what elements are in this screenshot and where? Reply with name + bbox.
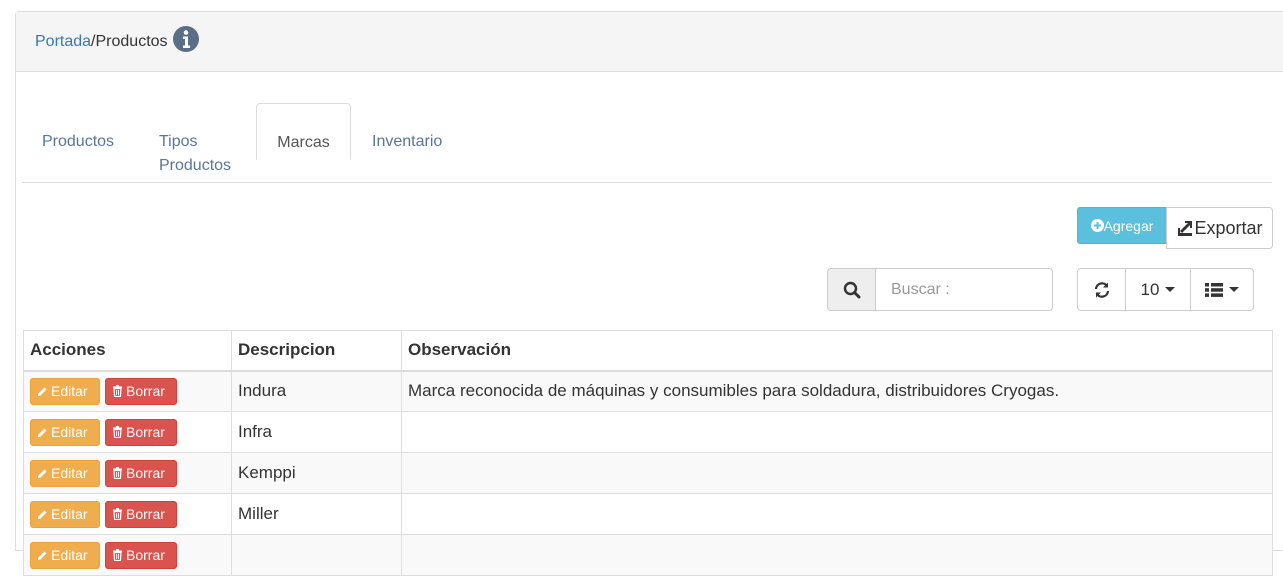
table-controls: 10 — [1077, 268, 1254, 311]
refresh-button[interactable] — [1077, 268, 1126, 311]
table-row: Editar Borrar Miller — [23, 493, 1273, 535]
row-actions: Editar Borrar — [23, 411, 232, 453]
cell-descripcion: Infra — [231, 411, 402, 453]
export-button[interactable]: Exportar — [1166, 207, 1273, 249]
plus-circle-icon — [1090, 219, 1104, 232]
search-input[interactable] — [876, 268, 1053, 311]
cell-descripcion: Indura — [231, 370, 402, 412]
tab-inventario[interactable]: Inventario — [372, 130, 442, 154]
marcas-table: Acciones Descripcion Observación Editar B… — [23, 330, 1273, 576]
pencil-icon — [38, 551, 47, 560]
cell-descripcion: Miller — [231, 493, 402, 535]
row-actions: Editar Borrar — [23, 534, 232, 576]
columns-dropdown[interactable] — [1190, 268, 1254, 311]
delete-button-label: Borrar — [126, 383, 165, 400]
tab-tipos-productos[interactable]: Tipos Productos — [159, 130, 249, 178]
edit-button[interactable]: Editar — [30, 541, 100, 569]
cell-observacion: Marca reconocida de máquinas y consumibl… — [401, 370, 1273, 412]
table-row: Editar Borrar — [23, 534, 1273, 576]
row-actions: Editar Borrar — [23, 493, 232, 535]
main-panel: Portada / Productos Productos Tipos Prod… — [15, 11, 1283, 576]
tab-productos[interactable]: Productos — [42, 130, 114, 154]
edit-button-label: Editar — [51, 424, 88, 440]
export-button-label: Exportar — [1194, 217, 1263, 238]
add-button-label: Agregar — [1103, 217, 1154, 234]
table-row: Editar Borrar Infra — [23, 411, 1273, 453]
row-actions: Editar Borrar — [23, 452, 232, 494]
table-row: Editar Borrar Kemppi — [23, 452, 1273, 494]
pencil-icon — [38, 387, 47, 396]
breadcrumb-home-link[interactable]: Portada — [35, 33, 91, 51]
edit-button[interactable]: Editar — [30, 459, 100, 487]
cell-descripcion — [231, 534, 402, 576]
table-row: Editar Borrar Indura Marca reconocida de má… — [23, 370, 1273, 412]
tab-bar: Productos Tipos Productos Marcas Inventa… — [22, 103, 1272, 183]
edit-button-label: Editar — [51, 506, 88, 522]
delete-button[interactable]: Borrar — [105, 459, 177, 487]
info-icon[interactable] — [172, 25, 200, 53]
breadcrumb: Portada / Productos — [16, 12, 1283, 72]
delete-button[interactable]: Borrar — [105, 377, 177, 405]
pencil-icon — [38, 428, 47, 437]
column-header-descripcion[interactable]: Descripcion — [231, 330, 402, 372]
list-icon — [1205, 282, 1223, 297]
column-header-observacion[interactable]: Observación — [401, 330, 1273, 372]
delete-button-label: Borrar — [126, 547, 165, 563]
cell-observacion — [401, 411, 1273, 453]
edit-button[interactable]: Editar — [30, 418, 100, 446]
trash-icon — [113, 426, 122, 438]
delete-button[interactable]: Borrar — [105, 500, 177, 528]
refresh-icon — [1094, 281, 1109, 298]
edit-button[interactable]: Editar — [30, 377, 100, 405]
tab-marcas[interactable]: Marcas — [256, 103, 351, 160]
cell-descripcion: Kemppi — [231, 452, 402, 494]
search-group — [827, 268, 1053, 311]
delete-button[interactable]: Borrar — [105, 418, 177, 446]
delete-button-label: Borrar — [126, 506, 165, 522]
breadcrumb-current: Productos — [95, 32, 168, 50]
edit-button-label: Editar — [51, 547, 88, 563]
delete-button-label: Borrar — [126, 465, 165, 481]
page-size-value: 10 — [1140, 279, 1160, 299]
edit-button-label: Editar — [51, 383, 88, 400]
page-size-dropdown[interactable]: 10 — [1125, 268, 1191, 311]
trash-icon — [113, 508, 122, 520]
pencil-icon — [38, 510, 47, 519]
export-icon — [1178, 221, 1193, 236]
cell-observacion — [401, 493, 1273, 535]
chevron-down-icon — [1165, 287, 1176, 292]
column-header-acciones[interactable]: Acciones — [23, 330, 232, 372]
trash-icon — [113, 385, 122, 398]
cell-observacion — [401, 452, 1273, 494]
edit-button[interactable]: Editar — [30, 500, 100, 528]
pencil-icon — [38, 469, 47, 478]
trash-icon — [113, 549, 122, 561]
add-button[interactable]: Agregar — [1077, 207, 1167, 244]
cell-observacion — [401, 534, 1273, 576]
search-icon — [827, 268, 876, 311]
delete-button[interactable]: Borrar — [105, 541, 177, 569]
delete-button-label: Borrar — [126, 424, 165, 440]
row-actions: Editar Borrar — [23, 370, 232, 412]
trash-icon — [113, 467, 122, 479]
chevron-down-icon — [1229, 287, 1239, 292]
table-header-row: Acciones Descripcion Observación — [23, 330, 1273, 372]
edit-button-label: Editar — [51, 465, 88, 481]
marcas-table-wrapper: Acciones Descripcion Observación Editar B… — [23, 330, 1274, 576]
